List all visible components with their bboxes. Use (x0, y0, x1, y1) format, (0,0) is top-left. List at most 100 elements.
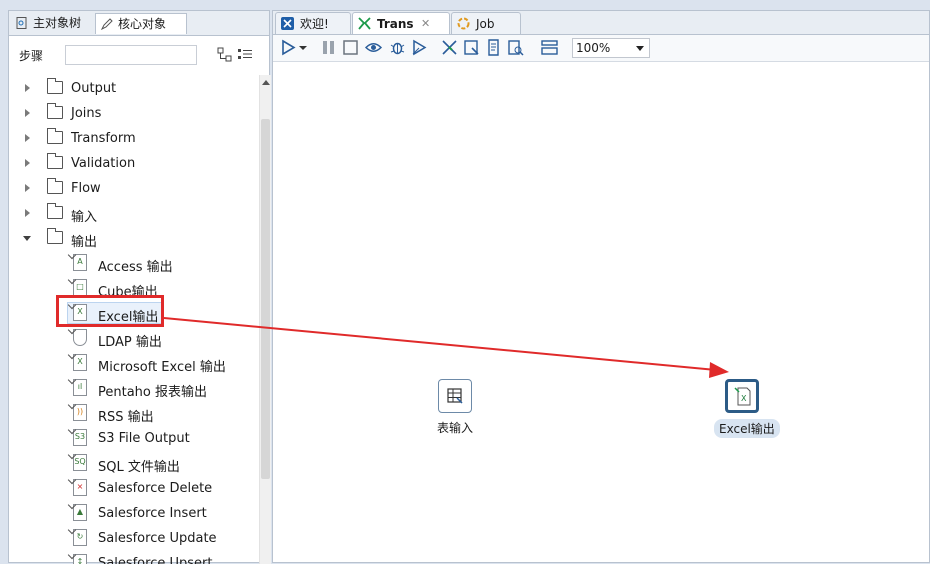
collapse-arrow-icon[interactable] (23, 236, 31, 241)
job-icon (457, 17, 470, 30)
step-label: Salesforce Delete (98, 481, 213, 496)
tree-step-rss-output[interactable]: )) RSS 输出 (9, 402, 254, 427)
steps-label: 步骤 (19, 49, 44, 63)
tree-step-salesforce-insert[interactable]: ▲ Salesforce Insert (9, 502, 254, 527)
run-dropdown-icon[interactable] (298, 39, 308, 56)
tree-folder-joins[interactable]: Joins (9, 102, 254, 127)
pencil-icon (101, 18, 113, 30)
transformation-canvas[interactable]: 表输入 X Excel输出 (273, 62, 929, 562)
transformation-toolbar: 100% (273, 35, 929, 62)
tree-step-s3-file-output[interactable]: S3 S3 File Output (9, 427, 254, 452)
folder-label: 输出 (71, 235, 98, 250)
folder-icon (47, 228, 63, 244)
node-label: 表输入 (437, 421, 474, 435)
tree-folder-output[interactable]: Output (9, 77, 254, 102)
table-input-node-box[interactable] (438, 379, 472, 413)
folder-label: Validation (71, 156, 136, 171)
expand-arrow-icon[interactable] (25, 134, 30, 142)
replay-icon[interactable] (411, 39, 428, 56)
node-label: Excel输出 (714, 419, 780, 438)
step-label: Salesforce Update (98, 531, 217, 546)
tab-label: 主对象树 (33, 16, 82, 30)
close-tab-icon[interactable]: ✕ (421, 13, 430, 35)
step-label: S3 File Output (98, 431, 190, 446)
explore-db-icon[interactable] (507, 39, 524, 56)
tab-label: 欢迎! (300, 17, 329, 31)
debug-icon[interactable] (389, 39, 406, 56)
expand-arrow-icon[interactable] (25, 209, 30, 217)
tree-step-access-output[interactable]: A Access 输出 (9, 252, 254, 277)
ldap-output-icon (73, 329, 87, 346)
step-label: SQL 文件输出 (98, 460, 180, 475)
step-label: Microsoft Excel 输出 (98, 360, 226, 375)
tree-step-ldap-output[interactable]: LDAP 输出 (9, 327, 254, 352)
svg-text:X: X (741, 394, 747, 403)
scroll-thumb[interactable] (261, 119, 270, 479)
collapse-tree-icon[interactable] (237, 47, 253, 62)
tab-core-objects[interactable]: 核心对象 (95, 13, 187, 34)
tab-job[interactable]: Job (451, 12, 521, 34)
preview-icon[interactable] (365, 39, 382, 56)
step-label: Access 输出 (98, 260, 173, 275)
rss-output-icon: )) (73, 404, 87, 421)
s3-output-icon: S3 (73, 429, 87, 446)
pause-icon[interactable] (320, 39, 337, 56)
folder-label: 输入 (71, 210, 98, 225)
tree-step-pentaho-report-output[interactable]: ıl Pentaho 报表输出 (9, 377, 254, 402)
tree-folder-validation[interactable]: Validation (9, 152, 254, 177)
steps-search-input[interactable] (65, 45, 197, 65)
step-label: RSS 输出 (98, 410, 154, 425)
stop-icon[interactable] (342, 39, 359, 56)
salesforce-insert-icon: ▲ (73, 504, 87, 521)
folder-icon (47, 178, 63, 194)
expand-arrow-icon[interactable] (25, 109, 30, 117)
tree-scrollbar[interactable] (259, 75, 271, 564)
scroll-up-arrow-icon[interactable] (262, 80, 270, 85)
folder-icon (47, 203, 63, 219)
zoom-select[interactable]: 100% (572, 38, 650, 58)
excel-output-node-box[interactable]: X (725, 379, 759, 413)
tab-welcome[interactable]: 欢迎! (275, 12, 351, 34)
show-results-icon[interactable] (541, 39, 558, 56)
tree-folder-output-cn[interactable]: 输出 (9, 227, 254, 252)
cube-output-icon: □ (73, 279, 87, 296)
node-excel-output[interactable]: X Excel输出 (714, 379, 785, 439)
impact-icon[interactable] (463, 39, 480, 56)
folder-icon (47, 153, 63, 169)
excel-output-icon: X (734, 387, 751, 406)
table-input-icon (447, 388, 463, 404)
welcome-icon (281, 17, 294, 30)
folder-icon (47, 78, 63, 94)
tab-trans[interactable]: Trans ✕ (352, 12, 450, 34)
tree-folder-flow[interactable]: Flow (9, 177, 254, 202)
folder-label: Output (71, 81, 117, 96)
step-label: LDAP 输出 (98, 335, 162, 350)
tree-folder-input[interactable]: 输入 (9, 202, 254, 227)
tab-main-object-tree[interactable]: 主对象树 (11, 13, 95, 34)
tree-step-salesforce-upsert[interactable]: ↕ Salesforce Upsert (9, 552, 254, 564)
run-icon[interactable] (280, 39, 297, 56)
expand-arrow-icon[interactable] (25, 159, 30, 167)
ms-excel-output-icon: X (73, 354, 87, 371)
salesforce-update-icon: ↻ (73, 529, 87, 546)
folder-label: Flow (71, 181, 101, 196)
step-label: Pentaho 报表输出 (98, 385, 208, 400)
tree-step-ms-excel-output[interactable]: X Microsoft Excel 输出 (9, 352, 254, 377)
tree-search-icon (16, 17, 27, 29)
tree-step-sql-file-output[interactable]: SQ SQL 文件输出 (9, 452, 254, 477)
verify-icon[interactable] (441, 39, 458, 56)
sql-icon[interactable] (485, 39, 502, 56)
expand-arrow-icon[interactable] (25, 84, 30, 92)
node-table-input[interactable]: 表输入 (437, 379, 478, 439)
folder-label: Transform (71, 131, 136, 146)
tree-step-salesforce-delete[interactable]: × Salesforce Delete (9, 477, 254, 502)
expand-arrow-icon[interactable] (25, 184, 30, 192)
left-panel: 主对象树 核心对象 步骤 Output Joins Transform Vali… (8, 10, 271, 564)
transformation-icon (358, 17, 371, 30)
expand-tree-icon[interactable] (217, 47, 232, 62)
folder-icon (47, 128, 63, 144)
folder-label: Joins (71, 106, 102, 121)
tree-folder-transform[interactable]: Transform (9, 127, 254, 152)
zoom-value: 100% (576, 41, 611, 55)
tree-step-salesforce-update[interactable]: ↻ Salesforce Update (9, 527, 254, 552)
